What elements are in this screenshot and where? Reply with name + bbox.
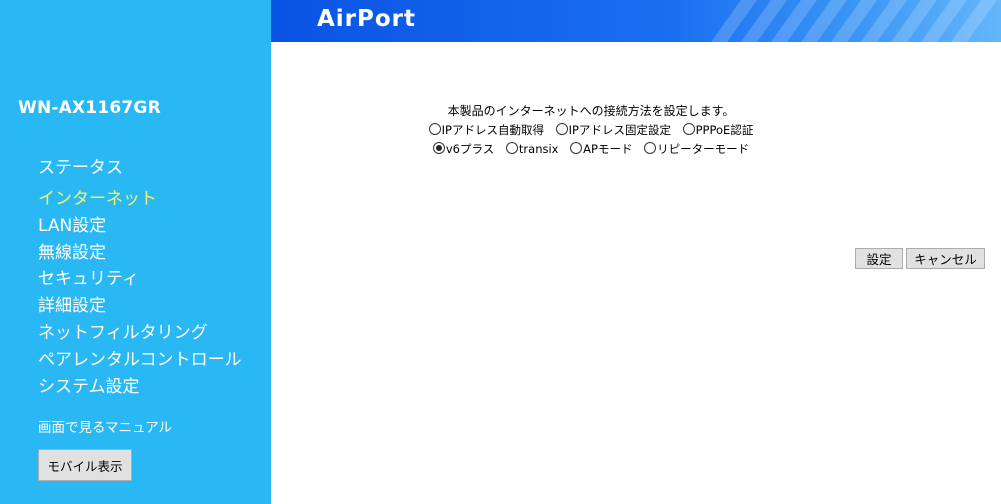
option-ip-static[interactable]: IPアドレス固定設定 (555, 122, 671, 138)
sidebar-item-security[interactable]: セキュリティ (38, 266, 242, 293)
sidebar-menu: ステータス インターネット LAN設定 無線設定 セキュリティ 詳細設定 ネット… (38, 154, 242, 400)
option-ap-mode[interactable]: APモード (570, 141, 632, 157)
option-transix[interactable]: transix (505, 142, 559, 156)
connection-description: 本製品のインターネットへの接続方法を設定します。 (447, 104, 735, 118)
radio-icon[interactable] (555, 123, 568, 135)
option-label: transix (518, 142, 559, 156)
option-v6plus[interactable]: v6プラス (432, 141, 495, 157)
manual-link[interactable]: 画面で見るマニュアル (38, 416, 172, 436)
sidebar-item-system-settings[interactable]: システム設定 (38, 374, 242, 401)
connection-options-row-2: v6プラス transix APモード リピーターモード (271, 141, 911, 157)
option-label: APモード (583, 142, 633, 156)
mobile-view-button[interactable]: モバイル表示 (38, 449, 132, 481)
radio-icon[interactable] (570, 142, 583, 154)
sidebar: WN-AX1167GR ステータス インターネット LAN設定 無線設定 セキュ… (0, 0, 271, 504)
option-label: IPアドレス固定設定 (568, 123, 671, 137)
cancel-button[interactable]: キャンセル (906, 248, 985, 269)
option-ip-auto[interactable]: IPアドレス自動取得 (428, 122, 544, 138)
sidebar-item-internet[interactable]: インターネット (38, 186, 242, 213)
set-button[interactable]: 設定 (855, 248, 903, 269)
radio-icon[interactable] (644, 142, 657, 154)
option-label: リピーターモード (657, 142, 750, 156)
sidebar-item-net-filtering[interactable]: ネットフィルタリング (38, 320, 242, 347)
sidebar-item-lan-settings[interactable]: LAN設定 (38, 213, 242, 240)
option-repeater-mode[interactable]: リピーターモード (644, 141, 749, 157)
radio-icon[interactable] (505, 142, 518, 154)
option-label: v6プラス (445, 142, 495, 156)
connection-options-row-1: IPアドレス自動取得 IPアドレス固定設定 PPPoE認証 (271, 122, 911, 138)
sidebar-item-wireless-settings[interactable]: 無線設定 (38, 240, 242, 267)
airport-logo: AirPort (317, 6, 417, 32)
sidebar-item-status[interactable]: ステータス (38, 154, 242, 186)
main-content: 本製品のインターネットへの接続方法を設定します。 IPアドレス自動取得 IPアド… (271, 44, 1001, 504)
radio-checked-icon[interactable] (432, 142, 445, 154)
option-pppoe[interactable]: PPPoE認証 (682, 122, 754, 138)
device-model-name: WN-AX1167GR (18, 98, 161, 118)
header-banner: AirPort (271, 0, 1001, 44)
radio-icon[interactable] (428, 123, 441, 135)
sidebar-item-parental-control[interactable]: ペアレンタルコントロール (38, 347, 242, 374)
option-label: IPアドレス自動取得 (441, 123, 544, 137)
radio-icon[interactable] (682, 123, 695, 135)
option-label: PPPoE認証 (695, 123, 754, 137)
sidebar-item-advanced-settings[interactable]: 詳細設定 (38, 293, 242, 320)
